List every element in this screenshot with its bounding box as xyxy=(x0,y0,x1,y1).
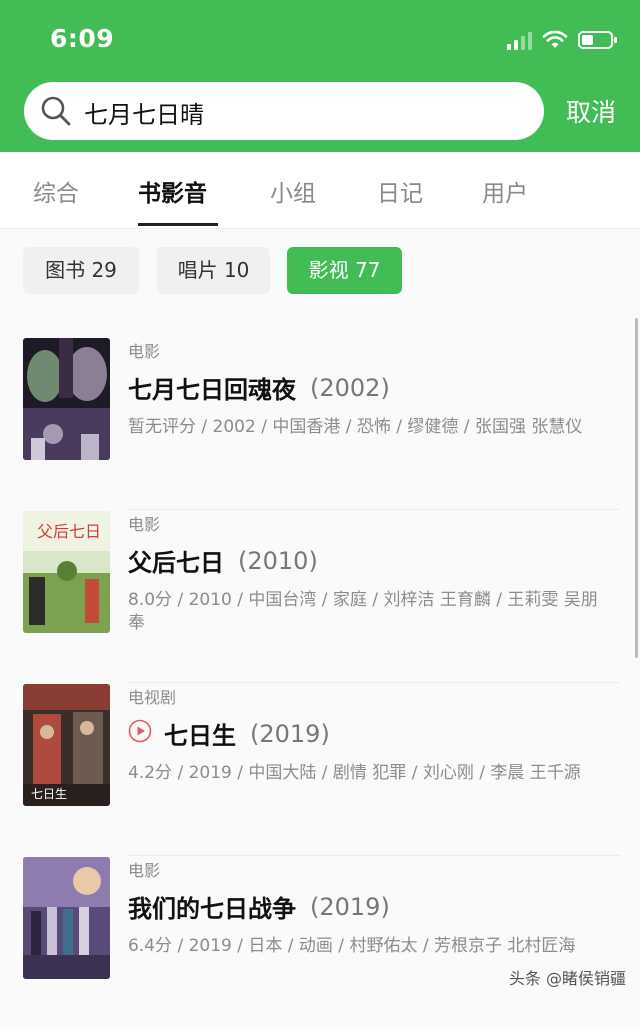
status-time: 6:09 xyxy=(50,24,115,53)
signal-icon xyxy=(507,30,532,50)
result-title[interactable]: 七日生 xyxy=(164,716,236,751)
tab-diary[interactable]: 日记 xyxy=(377,174,423,208)
result-year: (2019) xyxy=(250,719,330,748)
search-input[interactable] xyxy=(82,82,526,142)
poster-image: 七日生 xyxy=(23,684,110,806)
filter-music[interactable]: 唱片 10 xyxy=(157,247,270,294)
divider xyxy=(128,855,620,856)
result-item[interactable]: 父后七日 电影 父后七日 (2010) 8.0分 / 2010 / 中国台湾 /… xyxy=(0,511,640,683)
result-type: 电视剧 xyxy=(128,688,177,707)
result-type: 电影 xyxy=(128,861,161,880)
active-tab-indicator xyxy=(138,223,218,226)
result-year: (2002) xyxy=(310,373,390,402)
header-bar: 6:09 取消 xyxy=(0,0,640,152)
poster-image xyxy=(23,338,110,460)
tab-users[interactable]: 用户 xyxy=(482,174,528,208)
filter-books[interactable]: 图书 29 xyxy=(23,247,139,294)
divider xyxy=(128,509,620,510)
result-item[interactable]: 电影 我们的七日战争 (2019) 6.4分 / 2019 / 日本 / 动画 … xyxy=(0,857,640,1029)
result-title-line[interactable]: 七月七日回魂夜 (2002) xyxy=(128,370,390,405)
result-meta: 8.0分 / 2010 / 中国台湾 / 家庭 / 刘梓洁 王育麟 / 王莉雯 … xyxy=(128,590,598,633)
result-meta: 暂无评分 / 2002 / 中国香港 / 恐怖 / 缪健德 / 张国强 张慧仪 xyxy=(128,417,583,437)
result-year: (2010) xyxy=(238,546,318,575)
watermark: 头条 @睹侯销疆 xyxy=(508,969,626,988)
result-title[interactable]: 父后七日 xyxy=(128,543,224,578)
result-title[interactable]: 七月七日回魂夜 xyxy=(128,370,296,405)
svg-text:七日生: 七日生 xyxy=(31,787,67,801)
search-bar[interactable] xyxy=(24,82,544,142)
battery-icon xyxy=(578,30,618,50)
result-type: 电影 xyxy=(128,342,161,361)
result-title-line[interactable]: 我们的七日战争 (2019) xyxy=(128,889,390,924)
wifi-icon xyxy=(542,30,568,50)
search-icon xyxy=(41,96,71,126)
result-type: 电影 xyxy=(128,515,161,534)
result-year: (2019) xyxy=(310,892,390,921)
result-item[interactable]: 电影 七月七日回魂夜 (2002) 暂无评分 / 2002 / 中国香港 / 恐… xyxy=(0,338,640,510)
svg-text:父后七日: 父后七日 xyxy=(37,522,101,541)
result-item[interactable]: 七日生 电视剧 七日生 (2019) 4.2分 / 2019 / 中国大陆 / … xyxy=(0,684,640,856)
poster-image: 父后七日 xyxy=(23,511,110,633)
result-title[interactable]: 我们的七日战争 xyxy=(128,889,296,924)
result-meta: 6.4分 / 2019 / 日本 / 动画 / 村野佑太 / 芳根京子 北村匠海 xyxy=(128,936,576,956)
tab-groups[interactable]: 小组 xyxy=(270,174,316,208)
status-icons xyxy=(507,28,618,52)
play-icon[interactable] xyxy=(128,719,152,749)
result-meta: 4.2分 / 2019 / 中国大陆 / 剧情 犯罪 / 刘心刚 / 李晨 王千… xyxy=(128,763,581,783)
scrollbar[interactable] xyxy=(635,318,638,658)
poster-image xyxy=(23,857,110,979)
divider xyxy=(128,682,620,683)
category-tabs: 综合 书影音 小组 日记 用户 xyxy=(0,152,640,229)
result-title-line[interactable]: 七日生 (2019) xyxy=(128,716,330,751)
tab-comprehensive[interactable]: 综合 xyxy=(33,174,79,208)
tab-books-movies-music[interactable]: 书影音 xyxy=(138,174,207,208)
result-title-line[interactable]: 父后七日 (2010) xyxy=(128,543,318,578)
cancel-button[interactable]: 取消 xyxy=(566,93,616,129)
filter-film-tv[interactable]: 影视 77 xyxy=(287,247,402,294)
